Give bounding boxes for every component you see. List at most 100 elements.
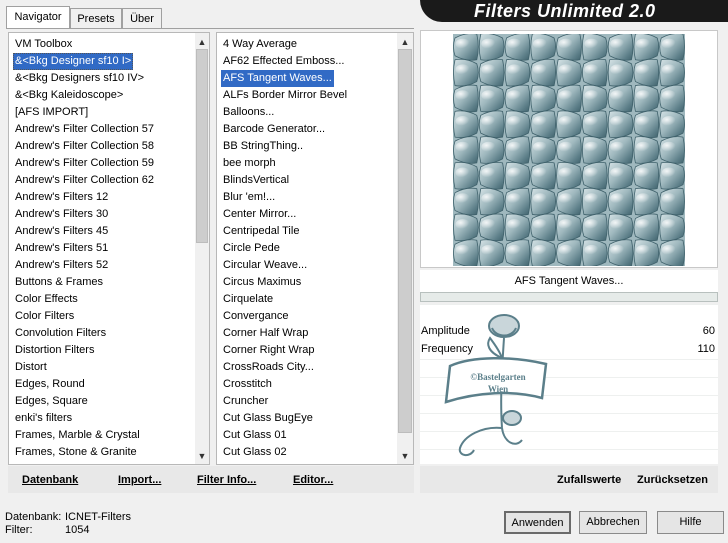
cancel-button[interactable]: Abbrechen <box>579 511 647 534</box>
scroll-up-icon[interactable]: ▲ <box>397 35 413 49</box>
tab-about[interactable]: Über <box>122 8 162 28</box>
filter-item[interactable]: Balloons... <box>223 104 274 121</box>
category-item[interactable]: &<Bkg Kaleidoscope> <box>15 87 123 104</box>
category-item[interactable]: Andrew's Filter Collection 57 <box>15 121 154 138</box>
category-item[interactable]: Andrew's Filters 45 <box>15 223 108 240</box>
category-item[interactable]: Distort <box>15 359 47 376</box>
category-scrollbar[interactable]: ▲ ▼ <box>195 33 209 464</box>
category-item[interactable]: Frames, Textured <box>15 461 100 464</box>
category-item[interactable]: Andrew's Filters 30 <box>15 206 108 223</box>
filter-item[interactable]: Blur 'em!... <box>223 189 275 206</box>
preview-highlight <box>584 115 599 127</box>
filter-item[interactable]: BB StringThing.. <box>223 138 303 155</box>
watermark-text: ©Bastelgarten <box>470 372 525 382</box>
filter-item[interactable]: Cut Glass BugEye <box>223 410 313 427</box>
category-item[interactable]: Andrew's Filters 12 <box>15 189 108 206</box>
randomize-button[interactable]: Zufallswerte <box>557 470 621 490</box>
tab-divider <box>6 28 414 29</box>
tab-navigator[interactable]: Navigator <box>6 6 70 28</box>
category-item[interactable]: Andrew's Filters 51 <box>15 240 108 257</box>
preview-highlight <box>507 90 522 101</box>
category-item[interactable]: Andrew's Filters 52 <box>15 257 108 274</box>
filter-item[interactable]: bee morph <box>223 155 276 172</box>
category-item[interactable]: Convolution Filters <box>15 325 106 342</box>
filter-item[interactable]: Cirquelate <box>223 291 273 308</box>
category-item[interactable]: [AFS IMPORT] <box>15 104 88 121</box>
preview-highlight <box>455 193 471 204</box>
preview-highlight <box>481 167 496 178</box>
preview-highlight <box>636 115 651 127</box>
filter-item[interactable]: Cruncher <box>223 393 268 410</box>
preview-highlight <box>558 64 574 75</box>
preview-highlight <box>507 193 522 204</box>
editor-button[interactable]: Editor... <box>293 470 333 490</box>
help-button[interactable]: Hilfe <box>657 511 724 534</box>
category-item[interactable]: &<Bkg Designer sf10 I> <box>13 53 134 70</box>
filter-item[interactable]: Circus Maximus <box>223 274 301 291</box>
filter-item[interactable]: Convergance <box>223 308 288 325</box>
filter-info-button[interactable]: Filter Info... <box>197 470 256 490</box>
category-item[interactable]: Frames, Marble & Crystal <box>15 427 140 444</box>
import-button[interactable]: Import... <box>118 470 161 490</box>
filter-list[interactable]: 4 Way Average AF62 Effected Emboss... AFS … <box>216 32 414 465</box>
category-item[interactable]: Andrew's Filter Collection 62 <box>15 172 154 189</box>
watermark-logo: ©Bastelgarten Wien <box>444 314 548 456</box>
category-item[interactable]: Andrew's Filter Collection 58 <box>15 138 154 155</box>
filter-item[interactable]: Corner Half Wrap <box>223 325 308 342</box>
tab-presets[interactable]: Presets <box>70 8 122 28</box>
category-item[interactable]: Buttons & Frames <box>15 274 103 291</box>
preview-highlight <box>507 64 522 75</box>
category-item[interactable]: enki's filters <box>15 410 72 427</box>
preview-highlight <box>610 38 625 49</box>
preview-highlight <box>455 115 471 127</box>
category-item[interactable]: VM Toolbox <box>15 36 72 53</box>
filter-scrollbar[interactable]: ▲ ▼ <box>397 33 413 464</box>
param-value[interactable]: 110 <box>697 341 715 358</box>
preview-highlight <box>481 115 496 127</box>
filter-item[interactable]: Barcode Generator... <box>223 121 325 138</box>
filter-item[interactable]: BlindsVertical <box>223 172 289 189</box>
filter-item[interactable]: Center Mirror... <box>223 206 296 223</box>
filter-item[interactable]: Cut Glass 01 <box>223 427 287 444</box>
filter-item[interactable]: ALFs Border Mirror Bevel <box>223 87 347 104</box>
category-item[interactable]: Frames, Stone & Granite <box>15 444 137 461</box>
preview-highlight <box>455 219 471 230</box>
filter-item[interactable]: AFS Tangent Waves... <box>221 70 334 87</box>
filter-item[interactable]: Crosstitch <box>223 376 272 393</box>
reset-button[interactable]: Zurücksetzen <box>637 470 708 490</box>
category-item[interactable]: Color Effects <box>15 291 78 308</box>
database-value: ICNET-Filters <box>65 511 131 523</box>
category-list[interactable]: VM Toolbox &<Bkg Designer sf10 I> &<Bkg De… <box>8 32 210 465</box>
preview-highlight <box>507 219 522 230</box>
preview-highlight <box>558 244 574 256</box>
scroll-thumb[interactable] <box>398 49 412 433</box>
param-value[interactable]: 60 <box>703 323 715 340</box>
category-item[interactable]: Distortion Filters <box>15 342 94 359</box>
scroll-down-icon[interactable]: ▼ <box>195 449 209 463</box>
category-item[interactable]: Color Filters <box>15 308 74 325</box>
database-button[interactable]: Datenbank <box>22 470 78 490</box>
progress-bar <box>420 292 718 302</box>
watermark-text: Wien <box>488 384 508 394</box>
filter-item[interactable]: Centripedal Tile <box>223 223 299 240</box>
category-item[interactable]: Edges, Round <box>15 376 85 393</box>
category-item[interactable]: Andrew's Filter Collection 59 <box>15 155 154 172</box>
filter-item[interactable]: Corner Right Wrap <box>223 342 315 359</box>
parameter-panel: Amplitude 60 Frequency 110 ©Bastelgarten… <box>420 304 718 464</box>
filter-item[interactable]: Circle Pede <box>223 240 280 257</box>
category-item[interactable]: Edges, Square <box>15 393 88 410</box>
preview-highlight <box>661 244 677 256</box>
filter-item[interactable]: 4 Way Average <box>223 36 297 53</box>
scroll-down-icon[interactable]: ▼ <box>397 449 413 463</box>
filter-item[interactable]: Cut Glass 02 <box>223 444 287 461</box>
filter-item[interactable]: CrossRoads City... <box>223 359 314 376</box>
scroll-thumb[interactable] <box>196 49 208 243</box>
preview-highlight <box>610 219 625 230</box>
scroll-up-icon[interactable]: ▲ <box>195 35 209 49</box>
filter-item[interactable]: Circular Weave... <box>223 257 307 274</box>
category-item[interactable]: &<Bkg Designers sf10 IV> <box>15 70 144 87</box>
filter-item[interactable]: Cut Glass 03 <box>223 461 287 464</box>
filter-item[interactable]: AF62 Effected Emboss... <box>223 53 344 70</box>
apply-button[interactable]: Anwenden <box>504 511 571 534</box>
preview-highlight <box>507 115 522 127</box>
